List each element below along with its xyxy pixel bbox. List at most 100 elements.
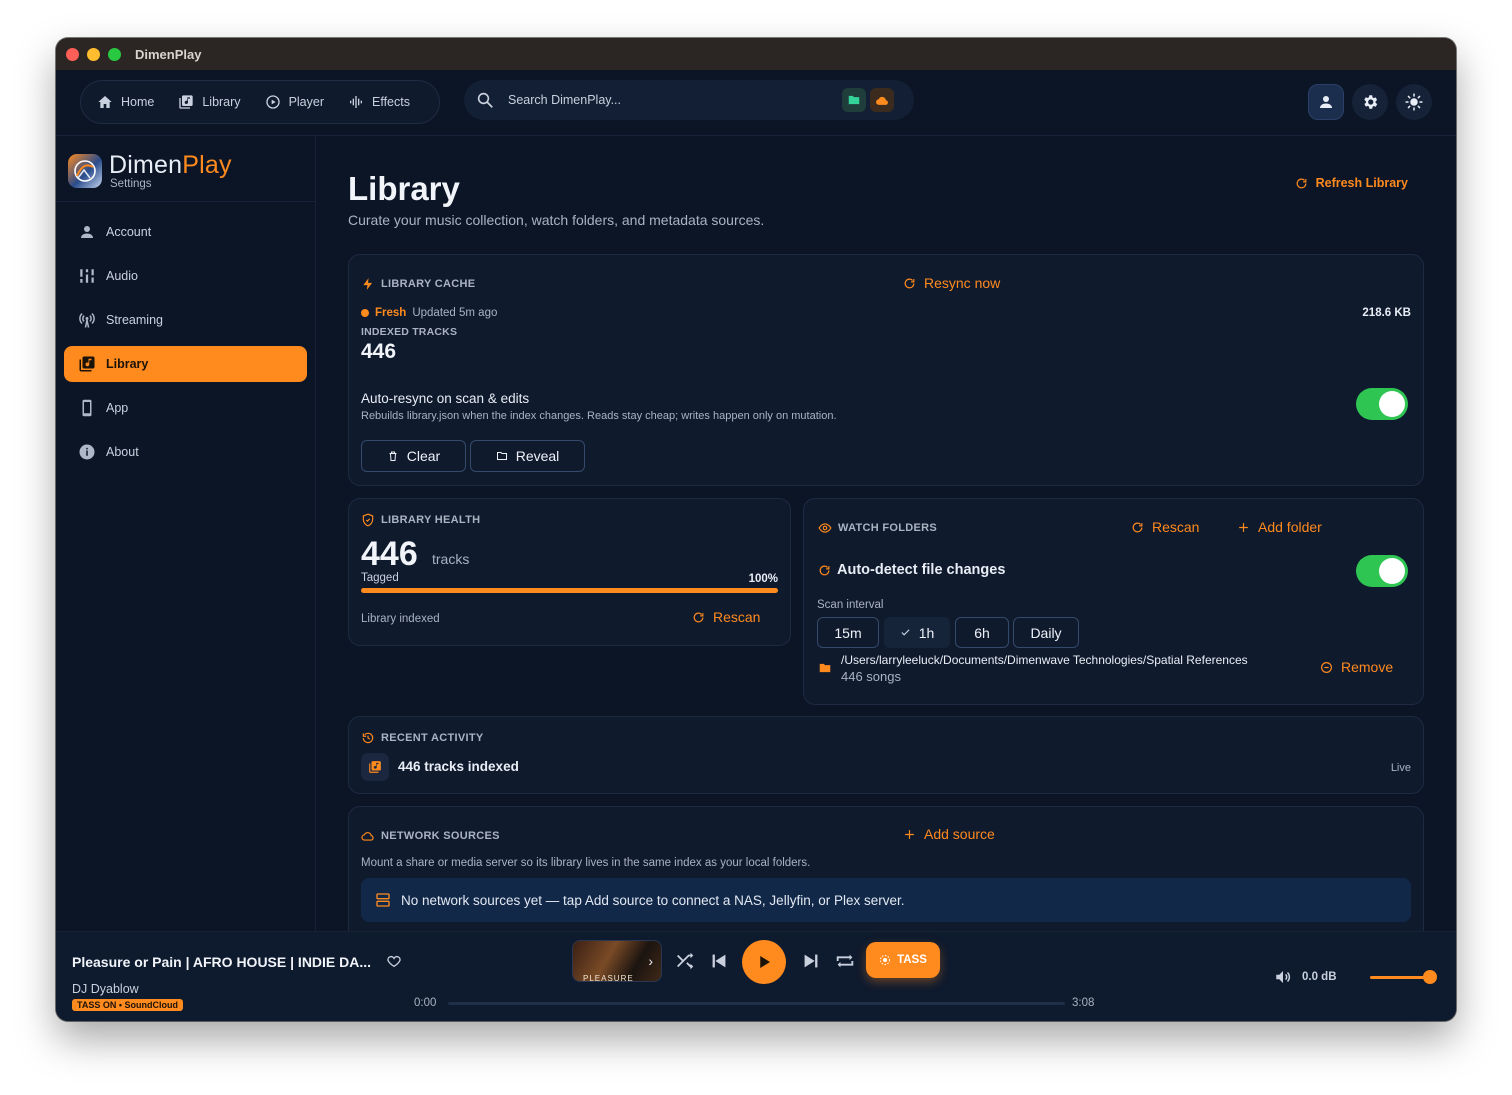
health-rescan-button[interactable]: Rescan — [692, 609, 760, 625]
server-icon — [376, 893, 390, 907]
nav-player-label: Player — [288, 95, 324, 109]
interval-1h-option[interactable]: 1h — [884, 617, 950, 648]
sidebar-item-app[interactable]: App — [64, 390, 307, 426]
tagged-progress-fill — [361, 588, 778, 593]
top-bar: Home Library Player Effects — [56, 70, 1456, 136]
nav-library[interactable]: Library — [178, 94, 241, 110]
volume-slider[interactable] — [1370, 976, 1430, 979]
nav-home[interactable]: Home — [97, 94, 154, 110]
sidebar-divider — [56, 201, 316, 202]
network-empty-text: No network sources yet — tap Add source … — [401, 892, 905, 908]
next-button[interactable] — [800, 950, 822, 972]
interval-6h-option[interactable]: 6h — [955, 617, 1009, 648]
shuffle-button[interactable] — [674, 950, 696, 972]
refresh-icon — [693, 612, 704, 622]
sidebar-item-label: App — [106, 401, 129, 415]
folder-icon — [496, 452, 507, 460]
sidebar-item-label: Account — [106, 225, 152, 239]
activity-item-icon — [361, 753, 389, 781]
add-source-button[interactable]: Add source — [903, 826, 995, 842]
play-icon — [760, 956, 770, 968]
cloud-icon — [875, 96, 888, 105]
now-playing-title: Pleasure or Pain | AFRO HOUSE | INDIE DA… — [72, 954, 372, 970]
refresh-library-button[interactable]: Refresh Library — [1295, 176, 1408, 190]
library-indexed-status: Library indexed — [361, 613, 440, 625]
sidebar-item-about[interactable]: About — [64, 434, 307, 470]
indexed-tracks-count: 446 — [361, 340, 397, 363]
interval-daily-option[interactable]: Daily — [1013, 617, 1079, 648]
health-track-count: 446 — [361, 535, 418, 573]
auto-resync-title: Auto-resync on scan & edits — [361, 391, 530, 406]
minimize-window-button[interactable] — [87, 47, 100, 61]
library-icon — [179, 95, 194, 109]
auto-detect-toggle[interactable] — [1356, 555, 1408, 587]
sidebar-item-account[interactable]: Account — [64, 214, 307, 250]
cloud-source-button[interactable] — [870, 88, 894, 112]
play-button[interactable] — [742, 940, 786, 984]
album-art[interactable]: PLEASURE › — [572, 940, 662, 982]
clear-cache-button[interactable]: Clear — [361, 440, 466, 472]
seek-bar[interactable] — [448, 1002, 1065, 1005]
heart-icon[interactable] — [386, 953, 402, 969]
interval-15m-option[interactable]: 15m — [817, 617, 879, 648]
resync-now-button[interactable]: Resync now — [903, 275, 1000, 291]
tagged-progress-bar — [361, 588, 778, 593]
shuffle-icon — [677, 952, 694, 970]
reveal-cache-button[interactable]: Reveal — [470, 440, 585, 472]
page-title: Library — [348, 170, 460, 207]
auto-detect-label: Auto-detect file changes — [837, 562, 1006, 578]
theme-toggle-button[interactable] — [1396, 84, 1432, 120]
volume-slider-handle[interactable] — [1423, 970, 1437, 984]
network-sources-heading: NETWORK SOURCES — [361, 829, 500, 843]
folder-icon — [848, 95, 860, 105]
folder-path: /Users/larryleeluck/Documents/Dimenwave … — [841, 653, 1248, 667]
page-subtitle: Curate your music collection, watch fold… — [348, 212, 765, 228]
tagged-label: Tagged — [361, 572, 399, 584]
volume-level: 0.0 dB — [1302, 971, 1337, 983]
cache-updated-time: Updated 5m ago — [412, 307, 498, 319]
refresh-icon — [904, 278, 915, 288]
settings-nav: Account Audio Streaming Library App Abou… — [64, 214, 307, 478]
refresh-library-label: Refresh Library — [1315, 176, 1408, 190]
logo-icon — [74, 160, 96, 182]
search-input[interactable] — [508, 93, 838, 107]
library-cache-card: LIBRARY CACHE Resync now Fresh Updated 5… — [348, 254, 1424, 486]
repeat-button[interactable] — [834, 950, 856, 972]
sidebar-item-library[interactable]: Library — [64, 346, 307, 382]
tass-button[interactable]: TASS — [866, 942, 940, 978]
sidebar-item-audio[interactable]: Audio — [64, 258, 307, 294]
album-art-caption: PLEASURE — [583, 974, 634, 982]
shield-icon — [362, 513, 374, 527]
total-time: 3:08 — [1072, 997, 1095, 1009]
watch-rescan-button[interactable]: Rescan — [1131, 519, 1199, 535]
settings-button[interactable] — [1352, 84, 1388, 120]
skip-next-icon — [804, 954, 818, 968]
close-window-button[interactable] — [66, 47, 79, 61]
auto-resync-toggle[interactable] — [1356, 388, 1408, 420]
local-source-button[interactable] — [842, 88, 866, 112]
remove-circle-icon — [1321, 661, 1332, 673]
library-icon — [369, 761, 381, 773]
nav-effects[interactable]: Effects — [348, 94, 410, 110]
previous-button[interactable] — [708, 950, 730, 972]
library-cache-heading: LIBRARY CACHE — [361, 277, 475, 291]
tass-icon — [880, 955, 891, 965]
library-health-card: LIBRARY HEALTH 446 tracks Tagged 100% Li… — [348, 498, 791, 646]
live-badge: Live — [1390, 762, 1411, 774]
nav-effects-label: Effects — [372, 95, 410, 109]
add-folder-button[interactable]: Add folder — [1237, 519, 1322, 535]
nav-player[interactable]: Player — [265, 94, 324, 110]
main-nav: Home Library Player Effects — [80, 80, 440, 124]
volume-icon[interactable] — [1274, 968, 1292, 986]
remove-folder-button[interactable]: Remove — [1320, 659, 1393, 675]
now-playing-artist: DJ Dyablow — [72, 982, 139, 996]
trash-icon — [389, 451, 397, 461]
maximize-window-button[interactable] — [108, 47, 121, 61]
sidebar-item-label: Audio — [106, 269, 138, 283]
repeat-icon — [836, 954, 854, 968]
account-button[interactable] — [1308, 84, 1344, 120]
sidebar-item-streaming[interactable]: Streaming — [64, 302, 307, 338]
phone-icon — [82, 399, 92, 417]
watch-folders-heading: WATCH FOLDERS — [818, 521, 937, 535]
network-sources-empty-state: No network sources yet — tap Add source … — [361, 878, 1411, 922]
